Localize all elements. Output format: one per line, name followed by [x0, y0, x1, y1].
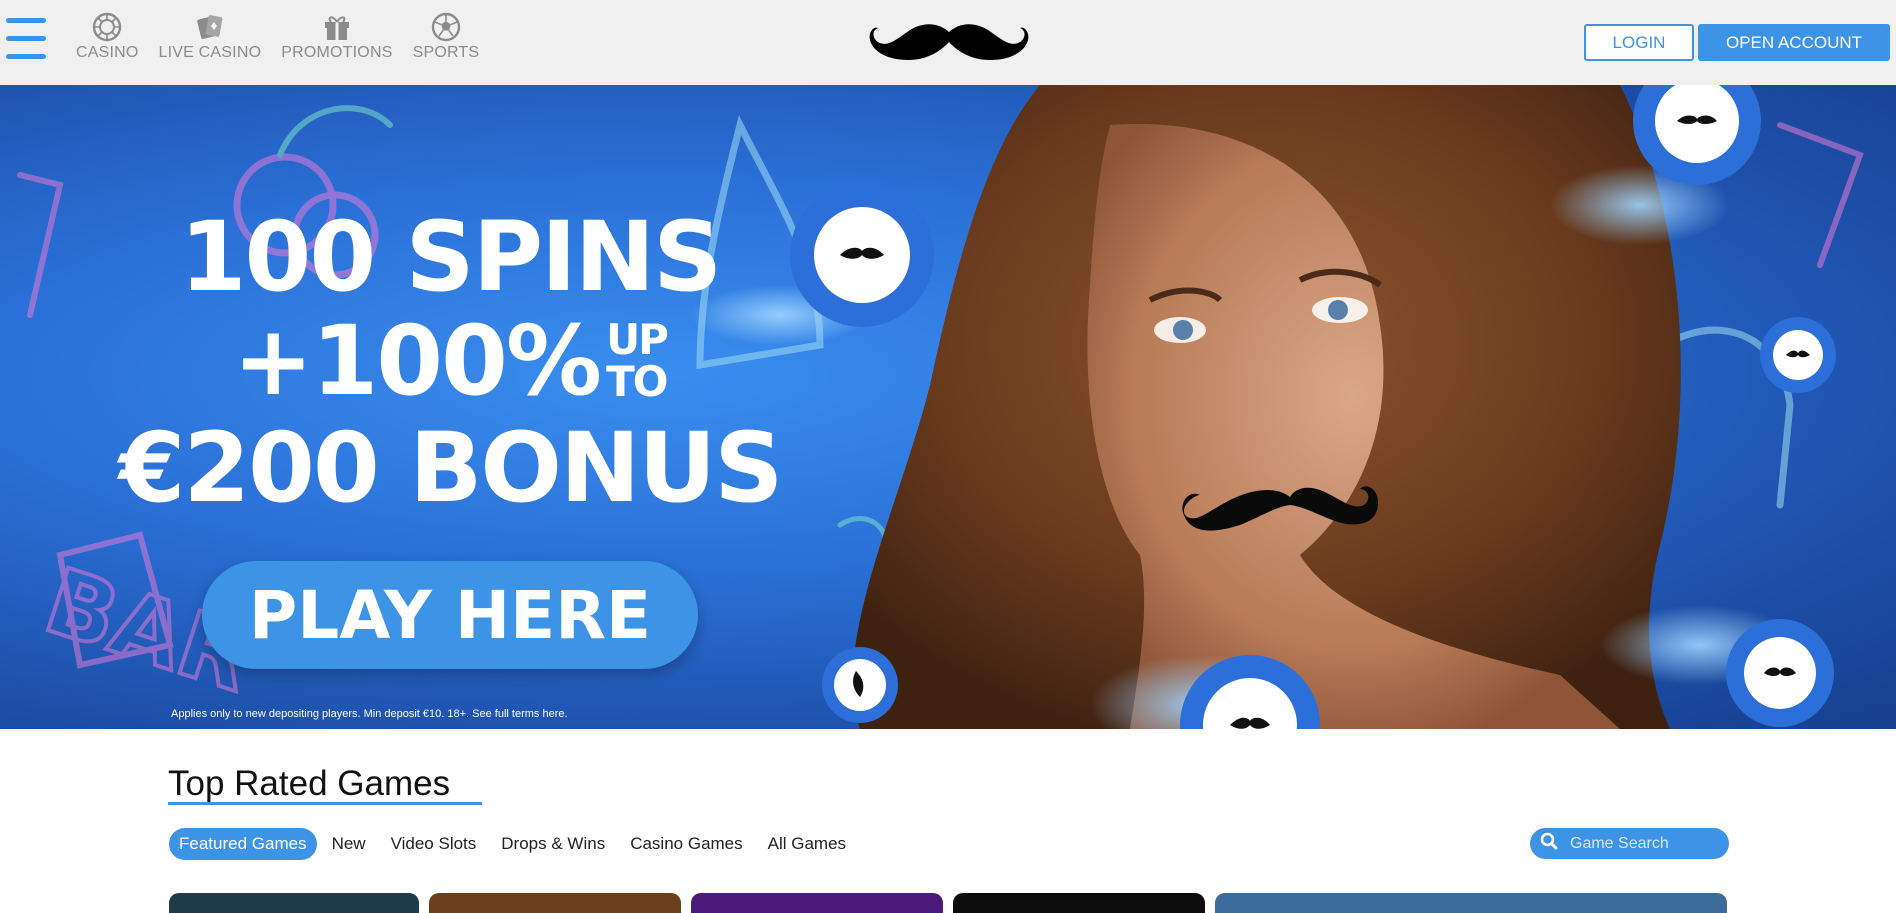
tab-drops-wins[interactable]: Drops & Wins	[491, 828, 615, 860]
section-title-underline	[168, 802, 482, 805]
site-header: CASINO LIVE CASINO PROMOTIONS SPORTS LOG…	[0, 0, 1896, 85]
game-thumbnails	[169, 893, 1727, 913]
soccer-ball-icon	[431, 12, 461, 42]
hamburger-icon[interactable]	[6, 16, 46, 62]
game-thumb[interactable]	[953, 893, 1205, 913]
game-thumb[interactable]	[691, 893, 943, 913]
tab-featured-games[interactable]: Featured Games	[169, 828, 317, 860]
hero-headline: 100 SPINS +100% UP TO €200 BONUS	[100, 205, 800, 523]
main-nav: CASINO LIVE CASINO PROMOTIONS SPORTS	[66, 12, 489, 72]
section-title: Top Rated Games	[168, 764, 451, 803]
nav-sports-label: SPORTS	[412, 44, 480, 61]
terms-link[interactable]: Applies only to new depositing players. …	[171, 708, 568, 720]
game-thumb[interactable]	[169, 893, 419, 913]
nav-sports[interactable]: SPORTS	[403, 12, 490, 72]
tab-all-games[interactable]: All Games	[758, 828, 856, 860]
headline-spins: 100 SPINS	[179, 201, 723, 313]
game-tabs: Featured Games New Video Slots Drops & W…	[169, 828, 861, 860]
nav-live-casino-label: LIVE CASINO	[158, 44, 262, 61]
game-thumb[interactable]	[1215, 893, 1727, 913]
headline-to: TO	[606, 357, 668, 406]
search-input[interactable]	[1570, 834, 1720, 853]
gift-icon	[322, 12, 352, 42]
headline-percent-row: +100% UP TO	[100, 309, 800, 413]
game-thumb[interactable]	[429, 893, 681, 913]
tab-casino-games[interactable]: Casino Games	[620, 828, 752, 860]
mustache-logo-icon[interactable]	[868, 18, 1031, 70]
headline-up: UP	[606, 315, 669, 364]
nav-casino[interactable]: CASINO	[66, 12, 149, 72]
tab-video-slots[interactable]: Video Slots	[381, 828, 487, 860]
cards-icon	[195, 12, 225, 42]
nav-casino-label: CASINO	[76, 44, 139, 61]
nav-promotions[interactable]: PROMOTIONS	[271, 12, 402, 72]
tab-new[interactable]: New	[322, 828, 376, 860]
search-icon[interactable]	[1540, 832, 1558, 855]
headline-percent: +100%	[233, 305, 602, 417]
open-account-button[interactable]: OPEN ACCOUNT	[1698, 24, 1890, 61]
nav-promotions-label: PROMOTIONS	[281, 44, 393, 61]
login-button[interactable]: LOGIN	[1584, 24, 1694, 61]
game-search	[1530, 828, 1729, 859]
nav-live-casino[interactable]: LIVE CASINO	[149, 12, 272, 72]
roulette-icon	[92, 12, 122, 42]
hero-banner[interactable]: BAR 100 SPINS +100% UP TO €200 BONUS PLA…	[0, 85, 1896, 729]
headline-up-to: UP TO	[606, 315, 669, 406]
headline-bonus: €200 BONUS	[118, 412, 784, 524]
play-here-button[interactable]: PLAY HERE	[202, 561, 698, 669]
